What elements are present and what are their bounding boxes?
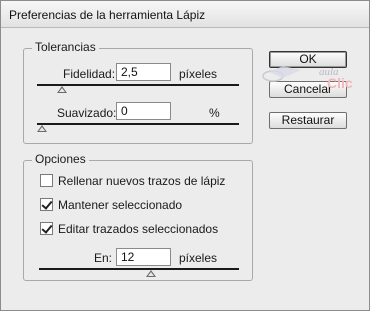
en-slider-track[interactable] (39, 268, 239, 270)
opciones-legend: Opciones (32, 152, 89, 166)
suavizado-label: Suavizado: (57, 106, 117, 120)
en-unit: píxeles (179, 251, 218, 265)
mantener-checkbox[interactable] (40, 198, 53, 211)
editar-checkbox[interactable] (40, 222, 53, 235)
suavizado-slider-track[interactable] (37, 123, 239, 125)
fidelidad-slider-thumb[interactable] (57, 86, 67, 93)
fidelidad-input[interactable] (116, 63, 171, 81)
mantener-label[interactable]: Mantener seleccionado (58, 198, 182, 212)
fidelidad-slider-track[interactable] (37, 84, 239, 86)
en-input[interactable] (116, 248, 171, 266)
svg-text:Clic: Clic (327, 75, 353, 91)
window-title: Preferencias de la herramienta Lápiz (9, 8, 206, 22)
aulaclic-watermark-logo: aula Clic (262, 66, 353, 91)
fidelidad-label: Fidelidad: (63, 67, 116, 81)
suavizado-slider-thumb[interactable] (37, 125, 47, 132)
pencil-preferences-dialog: Preferencias de la herramienta Lápiz Tol… (0, 0, 370, 311)
title-bar[interactable]: Preferencias de la herramienta Lápiz (1, 1, 369, 28)
suavizado-input[interactable] (116, 102, 171, 120)
tolerancias-legend: Tolerancias (32, 40, 99, 54)
en-label: En: (94, 251, 113, 265)
suavizado-unit: % (209, 106, 220, 120)
reset-button[interactable]: Restaurar (269, 112, 347, 129)
rellenar-checkbox[interactable] (40, 174, 53, 187)
fidelidad-unit: píxeles (179, 67, 218, 81)
rellenar-label[interactable]: Rellenar nuevos trazos de lápiz (58, 174, 225, 188)
en-slider-thumb[interactable] (146, 270, 156, 277)
editar-label[interactable]: Editar trazados seleccionados (58, 222, 218, 236)
